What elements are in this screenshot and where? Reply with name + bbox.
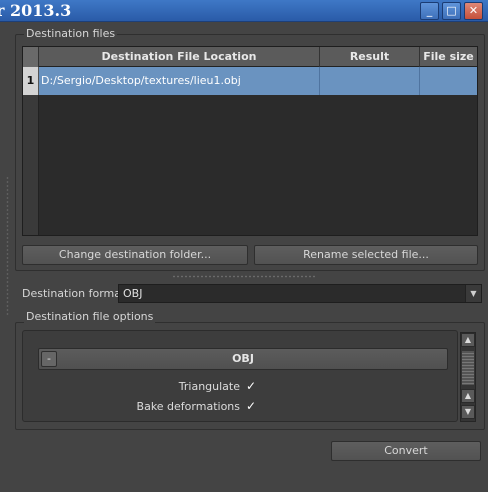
title-bar[interactable]: r 2013.3 _ □ ✕: [0, 0, 488, 22]
close-icon: ✕: [468, 4, 479, 17]
chevron-down-icon[interactable]: ▼: [465, 285, 481, 302]
scroll-down-icon[interactable]: ▼: [461, 405, 475, 419]
obj-section-title: OBJ: [232, 352, 254, 365]
row-number: 1: [23, 67, 39, 95]
minimize-icon: _: [426, 4, 433, 17]
rename-selected-file-button[interactable]: Rename selected file...: [254, 245, 478, 265]
collapse-button[interactable]: -: [41, 351, 57, 367]
cell-divider: [419, 67, 420, 95]
cell-divider: [319, 67, 320, 95]
maximize-button[interactable]: □: [442, 2, 461, 20]
destination-format-select[interactable]: OBJ ▼: [118, 284, 482, 303]
close-button[interactable]: ✕: [464, 2, 483, 20]
maximize-icon: □: [446, 4, 457, 17]
column-header-location[interactable]: Destination File Location: [39, 47, 320, 67]
options-scrollbar[interactable]: ▲ ▲ ▼: [460, 332, 476, 422]
table-header: Destination File Location Result File si…: [23, 47, 477, 67]
triangulate-checkbox[interactable]: ✓: [246, 380, 258, 392]
triangulate-label: Triangulate: [178, 380, 240, 393]
column-header-result[interactable]: Result: [320, 47, 420, 67]
scroll-thumb[interactable]: [462, 351, 474, 385]
table-row[interactable]: 1 D:/Sergio/Desktop/textures/lieu1.obj: [23, 67, 477, 95]
destination-files-label: Destination files: [24, 27, 118, 40]
scroll-up-icon[interactable]: ▲: [461, 389, 475, 403]
bake-deformations-label: Bake deformations: [136, 400, 240, 413]
window-title: r 2013.3: [0, 1, 72, 20]
destination-format-label: Destination format: [22, 287, 126, 300]
destination-files-table[interactable]: Destination File Location Result File si…: [22, 46, 478, 236]
convert-button[interactable]: Convert: [331, 441, 481, 461]
scroll-up-icon[interactable]: ▲: [461, 333, 475, 347]
obj-section-header[interactable]: OBJ -: [38, 348, 448, 370]
minimize-button[interactable]: _: [420, 2, 439, 20]
bake-deformations-checkbox[interactable]: ✓: [246, 400, 258, 412]
change-destination-folder-button[interactable]: Change destination folder...: [22, 245, 248, 265]
column-header-file-size[interactable]: File size: [420, 47, 477, 67]
row-location: D:/Sergio/Desktop/textures/lieu1.obj: [41, 74, 241, 87]
options-scroll-area: [22, 330, 458, 422]
destination-file-options-label: Destination file options: [24, 310, 156, 323]
side-splitter-handle[interactable]: [6, 176, 9, 316]
header-corner: [23, 47, 39, 67]
panel-splitter-handle[interactable]: [172, 275, 316, 278]
destination-format-value: OBJ: [123, 287, 143, 300]
